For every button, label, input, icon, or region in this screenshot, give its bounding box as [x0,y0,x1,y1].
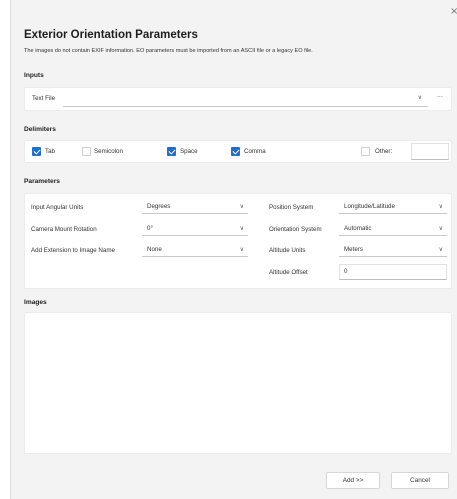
dialog-subtitle: The images do not contain EXIF informati… [24,48,313,54]
parameters-panel: Input Angular Units Degrees ∨ Camera Mou… [24,193,452,289]
text-file-label: Text File [32,95,56,102]
altitude-offset-input[interactable]: 0 [339,264,447,280]
add-button[interactable]: Add >> [326,472,380,489]
camera-mount-rotation-select[interactable]: 0° ∨ [142,222,248,236]
other-checkbox[interactable] [361,147,370,156]
camera-mount-rotation-label: Camera Mount Rotation [31,226,97,233]
add-extension-value: None [147,246,162,253]
position-system-label: Position System [269,204,314,211]
chevron-down-icon: ∨ [438,203,443,210]
images-list[interactable] [24,312,452,454]
semicolon-checkbox[interactable] [82,147,91,156]
orientation-system-select[interactable]: Automatic ∨ [339,222,447,236]
other-delimiter-input[interactable] [411,143,449,160]
chevron-down-icon: ∨ [239,246,244,253]
dialog-title: Exterior Orientation Parameters [24,29,198,41]
parameters-section-label: Parameters [24,178,60,185]
input-angular-units-select[interactable]: Degrees ∨ [142,200,248,214]
inputs-section-label: Inputs [24,72,44,79]
altitude-offset-label: Altitude Offset [269,269,308,276]
close-icon[interactable]: × [450,6,457,17]
input-angular-units-label: Input Angular Units [31,204,84,211]
semicolon-label: Semicolon [94,148,123,155]
text-file-input[interactable]: ∨ [63,91,428,107]
text-file-dropdown-icon[interactable]: ∨ [418,94,422,101]
orientation-system-value: Automatic [344,225,372,232]
tab-checkbox[interactable] [32,147,41,156]
orientation-system-label: Orientation System [269,226,322,233]
inputs-panel: Text File ∨ ··· [24,87,452,111]
altitude-units-select[interactable]: Meters ∨ [339,243,447,257]
images-section-label: Images [24,299,47,306]
other-label: Other: [375,148,393,155]
add-extension-label: Add Extension to Image Name [31,247,115,254]
altitude-units-value: Meters [344,246,363,253]
chevron-down-icon: ∨ [438,225,443,232]
comma-label: Comma [244,148,266,155]
comma-checkbox[interactable] [231,147,240,156]
input-angular-units-value: Degrees [147,203,171,210]
position-system-select[interactable]: Longitude/Latitude ∨ [339,200,447,214]
delimiters-panel: Tab Semicolon Space Comma Other: [24,140,452,163]
add-extension-select[interactable]: None ∨ [142,243,248,257]
camera-mount-rotation-value: 0° [147,225,153,232]
altitude-units-label: Altitude Units [269,247,306,254]
cancel-button[interactable]: Cancel [391,472,449,489]
tab-label: Tab [45,148,55,155]
chevron-down-icon: ∨ [239,225,244,232]
space-checkbox[interactable] [167,147,176,156]
chevron-down-icon: ∨ [438,246,443,253]
delimiters-section-label: Delimiters [24,126,56,133]
position-system-value: Longitude/Latitude [344,203,395,210]
browse-icon[interactable]: ··· [437,94,443,101]
space-label: Space [180,148,198,155]
chevron-down-icon: ∨ [239,203,244,210]
